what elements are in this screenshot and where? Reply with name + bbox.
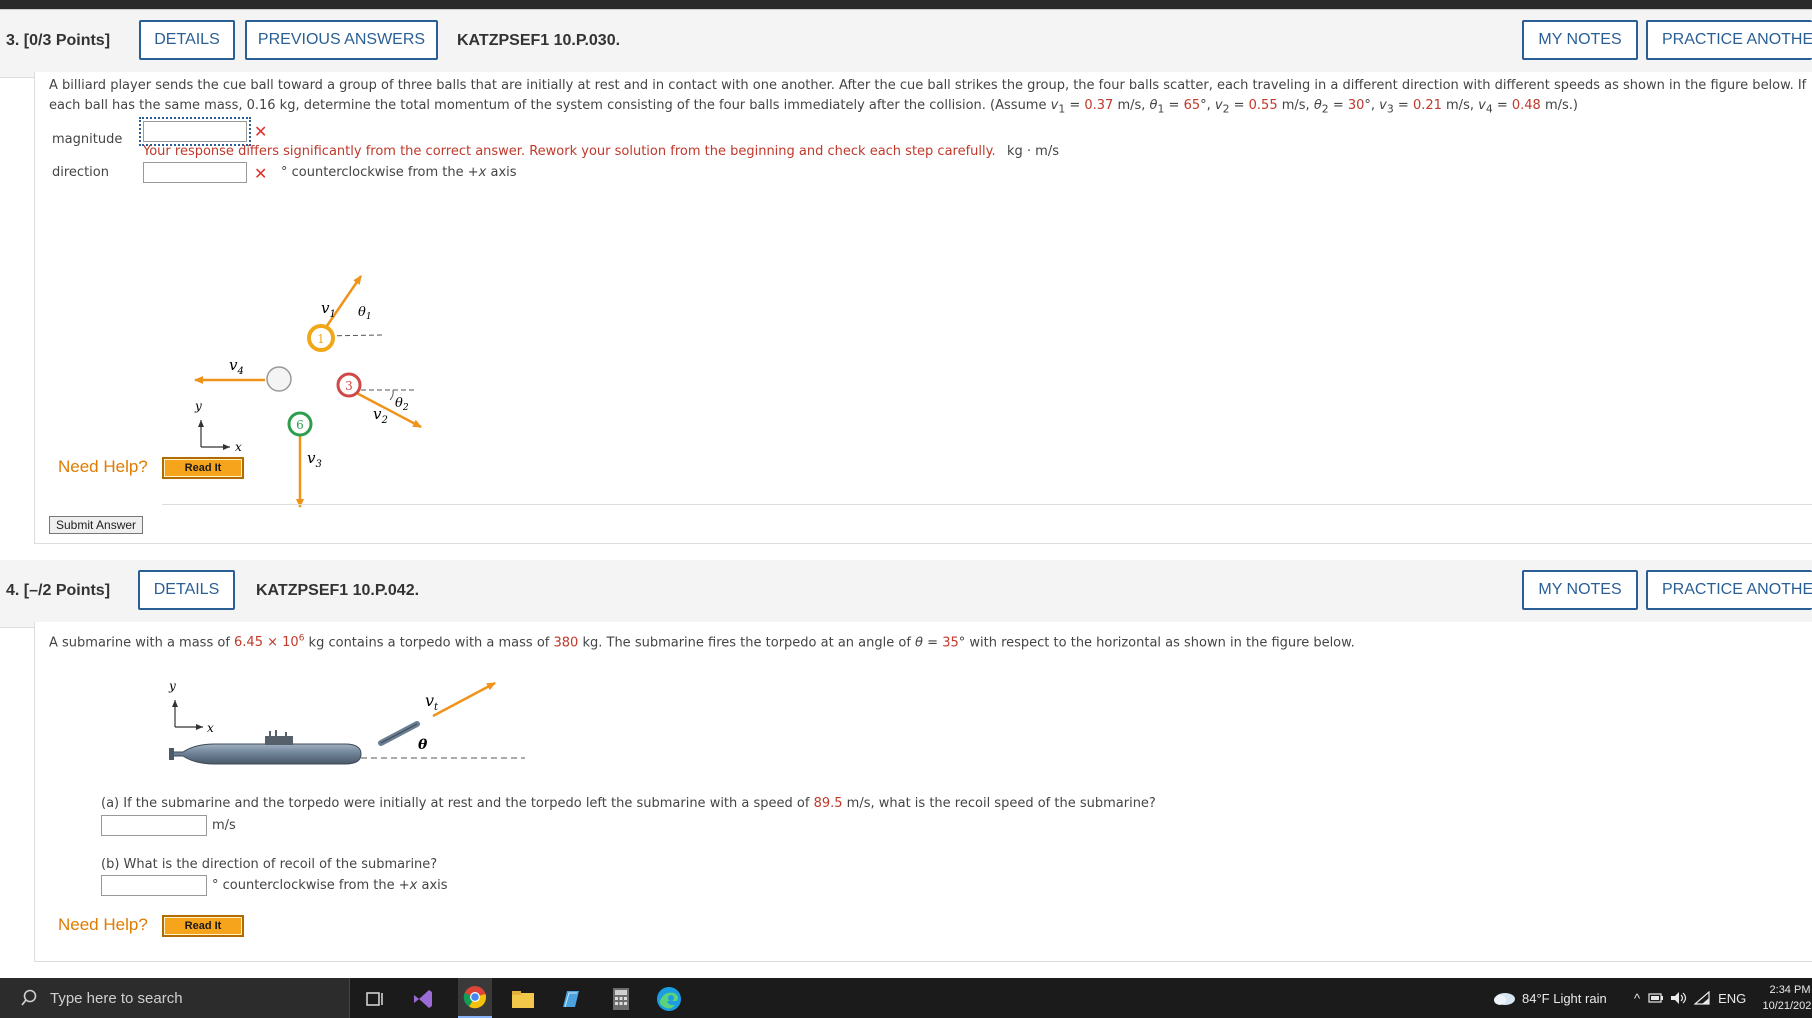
browser-top-strip bbox=[0, 0, 1812, 10]
calculator-icon[interactable] bbox=[608, 986, 634, 1012]
theta2-arc bbox=[389, 389, 394, 401]
q4-code: KATZPSEF1 10.P.042. bbox=[256, 582, 420, 599]
volume-icon[interactable] bbox=[1670, 991, 1688, 1005]
submarine-mass: 6.45 × 106 bbox=[234, 634, 305, 651]
q3-previous-answers-button[interactable]: PREVIOUS ANSWERS bbox=[245, 20, 438, 60]
q4-x-axis-label: x bbox=[207, 721, 214, 735]
visual-studio-icon[interactable] bbox=[410, 986, 436, 1012]
q4-details-button[interactable]: DETAILS bbox=[138, 570, 235, 610]
y-axis-label: y bbox=[194, 399, 202, 413]
file-explorer-icon[interactable] bbox=[510, 986, 536, 1012]
magnitude-input[interactable] bbox=[139, 117, 251, 146]
torpedo-outline bbox=[380, 723, 418, 744]
clock-time: 2:34 PM bbox=[1769, 984, 1811, 996]
q3-need-help: Need Help? bbox=[58, 457, 148, 476]
wifi-icon[interactable] bbox=[1694, 991, 1710, 1005]
q3-submit-answer-button[interactable]: Submit Answer bbox=[49, 516, 144, 534]
clock-date: 10/21/2021 bbox=[1762, 1000, 1812, 1012]
v4-label: v4 bbox=[229, 356, 244, 377]
taskbar-search-box[interactable]: Type here to search bbox=[0, 978, 350, 1018]
theta-label: θ bbox=[418, 737, 428, 753]
magnitude-label: magnitude bbox=[52, 132, 123, 147]
theta2-label: θ2 bbox=[395, 396, 409, 413]
system-tray-icons: ^ ENG bbox=[1634, 978, 1746, 1018]
q4-part-b-prompt: (b) What is the direction of recoil of t… bbox=[101, 857, 438, 872]
vt-arrow bbox=[432, 681, 496, 718]
task-view-icon[interactable] bbox=[362, 986, 388, 1012]
chevron-up-icon[interactable]: ^ bbox=[1634, 991, 1640, 1006]
weather-widget[interactable]: 84°F Light rain bbox=[1492, 978, 1607, 1018]
q4-y-axis-label: y bbox=[168, 679, 176, 693]
q4-body: A submarine with a mass of 6.45 × 106 kg… bbox=[34, 622, 1812, 962]
taskbar-search-placeholder: Type here to search bbox=[50, 989, 183, 1007]
q3-code: KATZPSEF1 10.P.030. bbox=[457, 32, 621, 49]
ball-1-number: 1 bbox=[317, 332, 325, 346]
recoil-direction-unit: ° counterclockwise from the +x axis bbox=[212, 878, 448, 893]
direction-wrong-icon: ✕ bbox=[254, 164, 268, 183]
notepad-icon[interactable] bbox=[558, 986, 584, 1012]
q4-title: 4. [–/2 Points] bbox=[6, 582, 111, 599]
taskbar-clock[interactable]: 2:34 PM 10/21/2021 bbox=[1760, 978, 1812, 1018]
q3-read-it-button[interactable]: Read It bbox=[162, 457, 244, 479]
v3-label: v3 bbox=[307, 449, 322, 470]
q4-header: 4. [–/2 Points] DETAILS KATZPSEF1 10.P.0… bbox=[0, 560, 1812, 628]
ball-6-number: 6 bbox=[296, 418, 304, 432]
vt-label: vt bbox=[425, 691, 439, 713]
q3-my-notes-button[interactable]: MY NOTES bbox=[1522, 20, 1638, 60]
q3-body: A billiard player sends the cue ball tow… bbox=[34, 72, 1812, 544]
q3-prompt-line2: each ball has the same mass, 0.16 kg, de… bbox=[49, 98, 1578, 116]
recoil-speed-unit: m/s bbox=[212, 818, 236, 833]
direction-label: direction bbox=[52, 165, 109, 180]
direction-unit: ° counterclockwise from the +x axis bbox=[281, 165, 517, 180]
submarine bbox=[169, 730, 362, 765]
windows-taskbar: Type here to search 84°F Light rain ^ EN… bbox=[0, 978, 1812, 1018]
battery-icon[interactable] bbox=[1648, 992, 1664, 1004]
magnitude-error-message: Your response differs significantly from… bbox=[143, 144, 996, 159]
q3-prompt-line1: A billiard player sends the cue ball tow… bbox=[49, 78, 1807, 93]
recoil-speed-input[interactable] bbox=[101, 815, 207, 836]
q3-title: 3. [0/3 Points] bbox=[6, 32, 111, 49]
x-axis-label: x bbox=[235, 440, 242, 454]
q4-my-notes-button[interactable]: MY NOTES bbox=[1522, 570, 1638, 610]
submarine-figure: y x vt θ bbox=[168, 679, 525, 765]
chrome-icon[interactable] bbox=[458, 978, 492, 1018]
search-icon bbox=[21, 989, 37, 1006]
q4-practice-another-button[interactable]: PRACTICE ANOTHER bbox=[1646, 570, 1812, 610]
cloud-rain-icon bbox=[1494, 993, 1515, 1005]
weather-text: 84°F Light rain bbox=[1522, 990, 1607, 1006]
edge-icon[interactable] bbox=[656, 986, 682, 1012]
q3-divider bbox=[162, 504, 1812, 505]
q3-practice-another-button[interactable]: PRACTICE ANOTHER bbox=[1646, 20, 1812, 60]
q3-header: 3. [0/3 Points] DETAILS PREVIOUS ANSWERS… bbox=[0, 10, 1812, 78]
recoil-direction-input[interactable] bbox=[101, 875, 207, 896]
magnitude-wrong-icon: ✕ bbox=[254, 122, 268, 141]
q4-need-help: Need Help? bbox=[58, 915, 148, 934]
q4-part-a-prompt: (a) If the submarine and the torpedo wer… bbox=[101, 796, 1156, 811]
q4-prompt: A submarine with a mass of 6.45 × 106 kg… bbox=[49, 634, 1355, 651]
cue-ball bbox=[266, 366, 292, 392]
v1-label: v1 bbox=[321, 299, 336, 320]
theta1-label: θ1 bbox=[358, 305, 372, 322]
q3-details-button[interactable]: DETAILS bbox=[139, 20, 235, 60]
q4-read-it-button[interactable]: Read It bbox=[162, 915, 244, 937]
magnitude-unit: kg · m/s bbox=[1007, 144, 1059, 159]
ball-3-number: 3 bbox=[345, 379, 353, 393]
language-indicator[interactable]: ENG bbox=[1718, 991, 1746, 1006]
direction-input[interactable] bbox=[143, 162, 247, 183]
